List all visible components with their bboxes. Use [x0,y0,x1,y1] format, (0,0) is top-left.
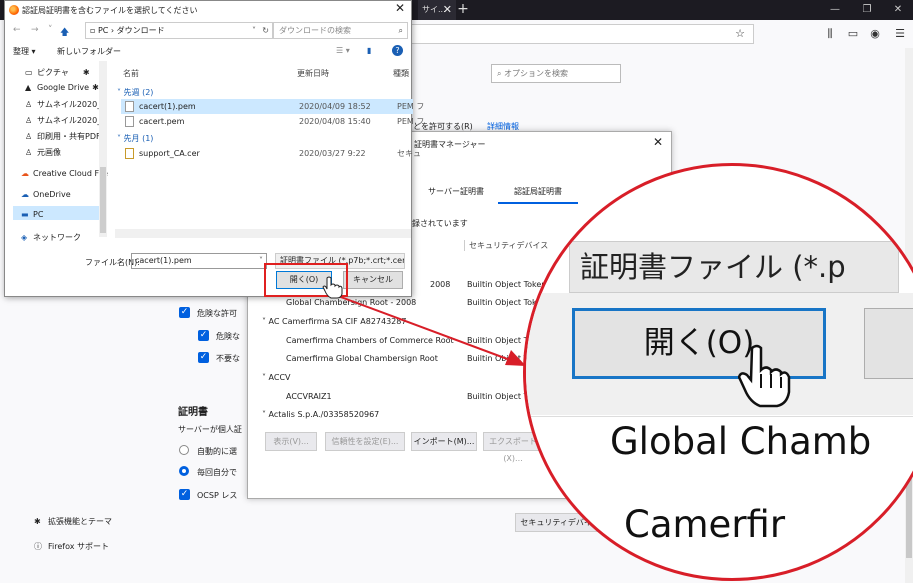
hand-cursor-icon [322,276,343,299]
magnified-row-text: Global Chamb [610,420,872,463]
magnified-row-text: Camerfir [624,503,786,546]
magnified-hand-cursor-icon [738,344,791,408]
magnified-separator [526,416,913,417]
magnified-filetype-select: 証明書ファイル (*.p [569,241,899,293]
magnified-cancel-button [864,308,913,379]
